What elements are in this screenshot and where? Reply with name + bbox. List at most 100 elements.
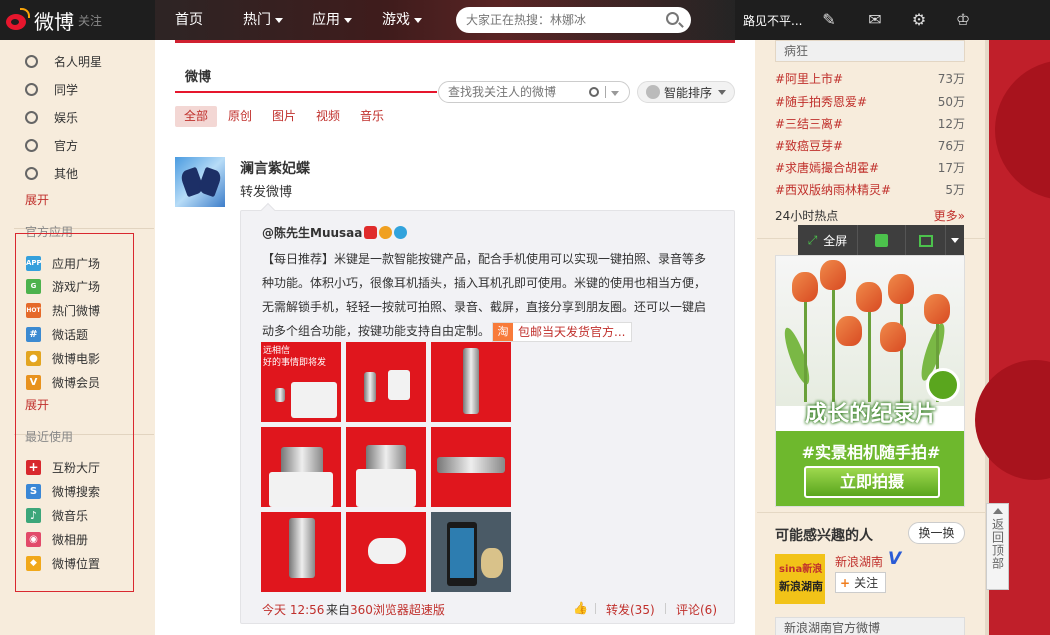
- may-like-title: 可能感兴趣的人: [775, 528, 873, 544]
- fullscreen-button[interactable]: ⤢ 全屏: [798, 225, 858, 256]
- search-icon[interactable]: [666, 12, 679, 25]
- photo-caption: 远相信 好的事情即将发: [263, 346, 327, 368]
- hot-top-item[interactable]: 病狂: [775, 40, 965, 62]
- more-link[interactable]: 更多»: [934, 207, 965, 224]
- groups-expand-link[interactable]: 展开: [25, 191, 49, 208]
- taobao-link[interactable]: 淘包邮当天发货官方...: [492, 321, 633, 342]
- tab-photos[interactable]: 图片: [272, 106, 296, 127]
- comment-link[interactable]: 评论(6): [676, 601, 717, 618]
- settings-icon[interactable]: ⚙: [910, 11, 928, 29]
- post-avatar[interactable]: [175, 157, 225, 207]
- follow-button[interactable]: + 关注: [835, 572, 886, 593]
- hot-topic-count: 50万: [937, 95, 965, 109]
- weibo-logo[interactable]: 微博 关注: [4, 6, 102, 34]
- photo-thumb[interactable]: [346, 342, 426, 422]
- forward-link[interactable]: 转发(35): [606, 601, 655, 618]
- suggest-name[interactable]: 新浪湖南: [835, 553, 883, 570]
- group-celebrity[interactable]: 名人明星: [25, 53, 102, 70]
- nav-home-label: 首页: [175, 12, 203, 28]
- nav-home[interactable]: 首页: [175, 0, 243, 40]
- share-button[interactable]: [906, 225, 946, 256]
- feed-title: 微博: [185, 70, 212, 85]
- logo-text: 微博: [34, 9, 74, 34]
- smart-sort-dropdown[interactable]: 智能排序: [637, 81, 735, 103]
- nav-games-label: 游戏: [382, 12, 410, 28]
- repost-author-name: @陈先生Muusaa: [262, 226, 363, 240]
- hot-topic-item[interactable]: #阿里上市# 73万: [775, 70, 965, 87]
- photo-thumb[interactable]: [431, 427, 511, 507]
- arrow-up-icon: [992, 508, 1003, 514]
- post-author[interactable]: 澜言紫妃蝶: [240, 158, 310, 178]
- avatar-logo-text: sina新浪: [779, 564, 823, 575]
- main-nav: 首页 热门 应用 游戏: [175, 0, 442, 40]
- group-label: 名人明星: [54, 55, 103, 69]
- hot-topic-count: 12万: [937, 117, 965, 131]
- swap-button[interactable]: 换一换: [908, 522, 965, 544]
- photo-thumb[interactable]: [261, 512, 341, 592]
- photo-thumb[interactable]: [431, 342, 511, 422]
- photo-thumb[interactable]: 远相信 好的事情即将发: [261, 342, 341, 422]
- group-label: 其他: [54, 167, 79, 181]
- ad-hashtag: #实景相机随手拍#: [801, 443, 941, 462]
- image-toolbar: ⤢ 全屏: [798, 225, 964, 256]
- hot-topic-item[interactable]: #随手拍秀恩爱# 50万: [775, 93, 965, 110]
- ad-title: 成长的纪录片: [804, 402, 937, 427]
- logo-sub-text: 关注: [78, 13, 103, 28]
- photo-thumb[interactable]: [346, 512, 426, 592]
- username-link[interactable]: 路见不平...: [743, 12, 802, 29]
- tab-music[interactable]: 音乐: [360, 106, 384, 127]
- edit-icon[interactable]: ✎: [820, 11, 838, 29]
- post-message: 转发微博: [240, 185, 293, 200]
- post-time[interactable]: 今天 12:56: [262, 601, 324, 618]
- hot-topic-item[interactable]: #求唐嫣撮合胡霍# 17万: [775, 159, 965, 176]
- photo-thumb[interactable]: [346, 427, 426, 507]
- group-official[interactable]: 官方: [25, 137, 78, 154]
- account-icon[interactable]: ♔: [954, 11, 972, 29]
- nav-hot[interactable]: 热门: [243, 0, 312, 40]
- chevron-down-icon[interactable]: [611, 91, 619, 96]
- hot-topic-tag: #致癌豆芽#: [775, 139, 844, 153]
- like-icon[interactable]: 👍: [573, 601, 588, 615]
- highlight-box: [15, 233, 134, 592]
- global-search-input[interactable]: [466, 13, 656, 27]
- save-button[interactable]: [858, 225, 906, 256]
- tab-videos[interactable]: 视频: [316, 106, 340, 127]
- tab-original[interactable]: 原创: [228, 106, 252, 127]
- back-to-top-button[interactable]: 返回顶部: [986, 503, 1009, 590]
- ad-cta-button[interactable]: 立即拍摄: [804, 466, 940, 498]
- feed-search-input[interactable]: [448, 85, 588, 99]
- nav-apps-label: 应用: [312, 12, 340, 28]
- photo-thumb[interactable]: [431, 512, 511, 592]
- repost-author[interactable]: @陈先生Muusaa: [262, 224, 408, 241]
- divider: [757, 512, 985, 513]
- message-icon[interactable]: ✉: [866, 11, 884, 29]
- ad-banner[interactable]: 成长的纪录片 #实景相机随手拍# 立即拍摄: [775, 255, 965, 507]
- circle-icon: [25, 55, 38, 68]
- tab-all[interactable]: 全部: [175, 106, 218, 127]
- hot-24h-link[interactable]: 24小时热点: [775, 209, 838, 223]
- chevron-down-icon: [275, 17, 283, 23]
- hot-topic-count: 5万: [945, 183, 965, 197]
- circle-icon: [25, 139, 38, 152]
- nav-games[interactable]: 游戏: [382, 0, 442, 40]
- hot-topic-item[interactable]: #三结三离# 12万: [775, 115, 965, 132]
- suggest-avatar[interactable]: sina新浪 新浪湖南: [775, 554, 825, 604]
- nav-hot-label: 热门: [243, 12, 271, 28]
- more-options-button[interactable]: [946, 225, 964, 256]
- heart-badge-icon: [379, 226, 393, 239]
- hot-topic-item[interactable]: #西双版纳雨林精灵# 5万: [775, 181, 965, 198]
- group-label: 官方: [54, 139, 79, 153]
- post-source: 来自360浏览器超速版: [326, 601, 445, 618]
- photo-thumb[interactable]: [261, 427, 341, 507]
- hot-topic-count: 17万: [937, 161, 965, 175]
- group-classmates[interactable]: 同学: [25, 81, 78, 98]
- group-entertainment[interactable]: 娱乐: [25, 109, 78, 126]
- expand-icon: ⤢: [807, 233, 818, 247]
- smile-icon: [646, 85, 660, 99]
- hot-topic-item[interactable]: #致癌豆芽# 76万: [775, 137, 965, 154]
- source-app-link[interactable]: 360浏览器超速版: [350, 603, 445, 617]
- search-icon[interactable]: [589, 87, 599, 97]
- group-other[interactable]: 其他: [25, 165, 78, 182]
- nav-apps[interactable]: 应用: [312, 0, 382, 40]
- eye-badge-icon: [394, 226, 408, 239]
